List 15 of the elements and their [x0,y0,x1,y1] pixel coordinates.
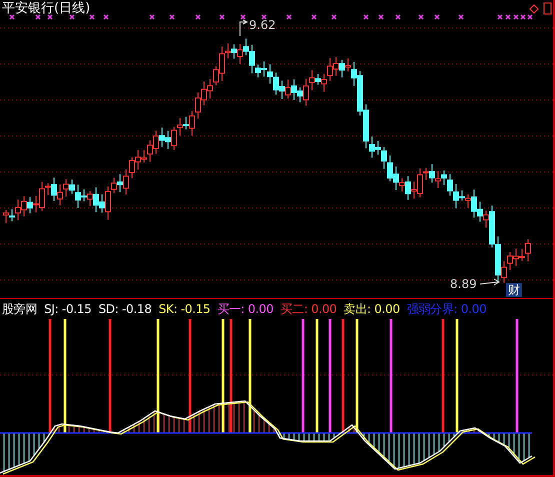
event-badge: 财 [506,283,522,297]
indicator-name: 股旁网 [2,300,38,318]
chart-title: 平安银行(日线) [2,1,90,17]
indicator-value: SJ: -0.15 [44,302,92,316]
leader-line [480,278,500,286]
indicator-value: 买一: 0.00 [217,300,274,318]
indicator-value: 买二: 0.00 [280,300,337,318]
indicator-value: SK: -0.15 [158,302,210,316]
indicator-value: 强弱分界: 0.00 [406,300,486,318]
indicator-value: 卖出: 0.00 [344,300,400,318]
leader-line [240,20,248,36]
low-price-label: 8.89 [450,277,477,291]
indicator-value: SD: -0.18 [98,302,152,316]
diamond-icon[interactable] [529,4,539,14]
high-price-label: 9.62 [249,18,276,32]
